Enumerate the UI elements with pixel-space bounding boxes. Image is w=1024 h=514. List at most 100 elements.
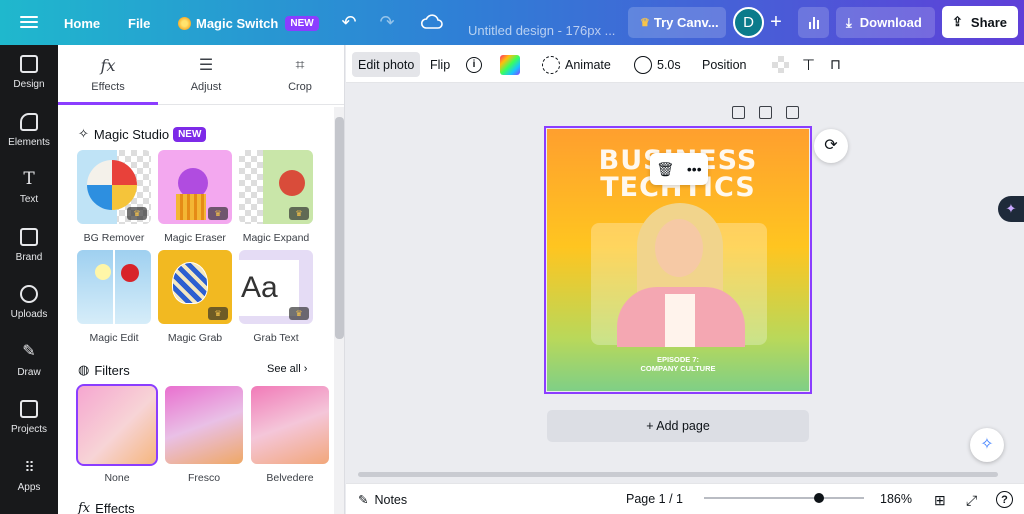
avatar[interactable]: D — [733, 7, 764, 38]
rail-label: Elements — [8, 137, 50, 148]
rail-item-draw[interactable]: ✎ Draw — [0, 343, 58, 395]
flip-button[interactable]: Flip — [424, 52, 456, 77]
horizontal-scroll-thumb[interactable] — [358, 472, 998, 477]
magic-studio-heading: ✧ Magic Studio NEW — [78, 126, 207, 142]
tab-adjust[interactable]: ☰ Adjust — [158, 55, 254, 93]
paint-roller-icon: ⊤ — [802, 56, 816, 74]
crown-icon: ♛ — [208, 307, 228, 320]
share-label: Share — [970, 14, 1008, 30]
pen-icon: ✎ — [22, 343, 36, 360]
tab-label: Adjust — [190, 81, 222, 93]
panel-tabs: fx Effects ☰ Adjust ⌗ Crop — [58, 45, 344, 105]
crown-icon: ♛ — [640, 17, 650, 29]
position-button[interactable]: Position — [696, 52, 752, 77]
rail-item-projects[interactable]: Projects — [0, 400, 58, 452]
context-toolbar: Edit photo Flip i Animate 5.0s Position … — [346, 45, 1024, 83]
crown-icon: ♛ — [289, 307, 309, 320]
file-menu[interactable]: File — [128, 7, 150, 39]
rail-item-brand[interactable]: Brand — [0, 228, 58, 280]
effects-panel: fx Effects ☰ Adjust ⌗ Crop ✧ Magic Studi… — [58, 45, 345, 514]
menu-icon[interactable] — [20, 13, 38, 31]
filters-heading: ◍ Filters — [78, 362, 130, 378]
undo-icon[interactable]: ↶ — [338, 11, 360, 33]
transparency-button[interactable] — [766, 52, 795, 77]
see-all-label: See all — [267, 363, 301, 375]
magic-expand-tile[interactable]: ♛ — [239, 150, 313, 224]
lock-icon[interactable] — [732, 106, 745, 119]
filter-fresco-label: Fresco — [187, 472, 221, 484]
rail-label: Brand — [15, 252, 43, 263]
animate-button[interactable]: Animate — [536, 52, 617, 77]
info-icon: i — [466, 56, 482, 73]
notes-button[interactable]: ✎ Notes — [358, 492, 407, 508]
filter-belvedere-label: Belvedere — [266, 472, 314, 484]
rail-item-text[interactable]: T Text — [0, 170, 58, 222]
add-people-icon[interactable]: + — [766, 11, 786, 33]
panel-scroll-thumb[interactable] — [335, 117, 344, 339]
filters-label: Filters — [94, 362, 130, 378]
duration-button[interactable]: 5.0s — [628, 52, 687, 77]
rail-item-uploads[interactable]: Uploads — [0, 285, 58, 337]
color-button[interactable] — [494, 52, 526, 77]
bar-chart-icon — [808, 22, 811, 29]
rail-item-elements[interactable]: Elements — [0, 113, 58, 165]
info-button[interactable]: i — [460, 52, 488, 77]
trash-icon[interactable]: 🗑 — [656, 161, 674, 178]
cloud-save-icon[interactable] — [420, 11, 444, 33]
add-icon[interactable] — [786, 106, 799, 119]
effects-heading: fx Effects — [78, 501, 135, 514]
notes-icon: ✎ — [358, 493, 369, 507]
magic-grab-tile[interactable]: ♛ — [158, 250, 232, 324]
magic-edit-label: Magic Edit — [89, 332, 139, 344]
home-button[interactable]: Home — [64, 7, 100, 39]
upload-icon — [20, 285, 38, 303]
floating-toolbar: 🗑 ••• — [650, 153, 708, 185]
filter-belvedere[interactable] — [251, 386, 329, 464]
insights-button[interactable] — [798, 7, 829, 38]
add-page-button[interactable]: + Add page — [547, 410, 809, 442]
horizontal-scrollbar[interactable] — [346, 468, 1010, 482]
magic-sparkle-icon[interactable]: ✦ — [998, 196, 1024, 222]
rail-item-design[interactable]: Design — [0, 55, 58, 107]
see-all-link[interactable]: See all › — [267, 363, 307, 375]
try-canva-pro-button[interactable]: ♛ Try Canv... — [628, 7, 726, 38]
fullscreen-icon[interactable]: ⤢ — [966, 492, 977, 509]
tab-label: Effects — [91, 81, 125, 93]
more-icon[interactable]: ••• — [687, 161, 702, 177]
bg-remover-label: BG Remover — [83, 232, 145, 244]
tab-crop[interactable]: ⌗ Crop — [252, 55, 344, 93]
edit-photo-button[interactable]: Edit photo — [352, 52, 421, 77]
download-label: Download — [859, 15, 922, 30]
assistant-sparkle-icon[interactable]: ✧ — [970, 428, 1004, 462]
layout-icon — [20, 55, 38, 73]
zoom-slider[interactable] — [704, 493, 864, 503]
zoom-level[interactable]: 186% — [880, 492, 912, 506]
help-icon[interactable]: ? — [996, 491, 1013, 508]
crop-icon: ⌗ — [295, 57, 305, 74]
download-button[interactable]: ⤓ Download — [836, 7, 935, 38]
magic-eraser-tile[interactable]: ♛ — [158, 150, 232, 224]
crown-icon: ♛ — [127, 207, 147, 220]
tab-effects[interactable]: fx Effects — [60, 55, 156, 93]
page-indicator[interactable]: Page 1 / 1 — [626, 492, 683, 506]
left-rail: Design Elements T Text Brand Uploads ✎ D… — [0, 45, 58, 514]
rail-item-apps[interactable]: ⠿ Apps — [0, 458, 58, 510]
bg-remover-tile[interactable]: ♛ — [77, 150, 151, 224]
grid-view-icon[interactable]: ⊞ — [934, 492, 946, 509]
lock-button[interactable]: ⊓ — [824, 52, 847, 77]
animate-label: Animate — [565, 57, 611, 72]
filter-fresco[interactable] — [165, 386, 243, 464]
magic-switch-button[interactable]: Magic Switch NEW — [178, 7, 319, 39]
tab-label: Crop — [288, 81, 312, 93]
grab-text-label: Grab Text — [253, 332, 299, 344]
redo-icon[interactable]: ↷ — [376, 11, 398, 33]
rotate-icon[interactable]: ⟳ — [814, 129, 848, 163]
copy-style-button[interactable]: ⊤ — [796, 52, 821, 77]
share-button[interactable]: ⇪ Share — [942, 6, 1018, 38]
magic-edit-tile[interactable] — [77, 250, 151, 324]
grab-text-tile[interactable]: Aa ♛ — [239, 250, 313, 324]
filter-none[interactable] — [76, 384, 158, 466]
design-title[interactable]: Untitled design - 176px ... — [468, 14, 615, 46]
duplicate-icon[interactable] — [759, 106, 772, 119]
magic-expand-label: Magic Expand — [242, 232, 310, 244]
